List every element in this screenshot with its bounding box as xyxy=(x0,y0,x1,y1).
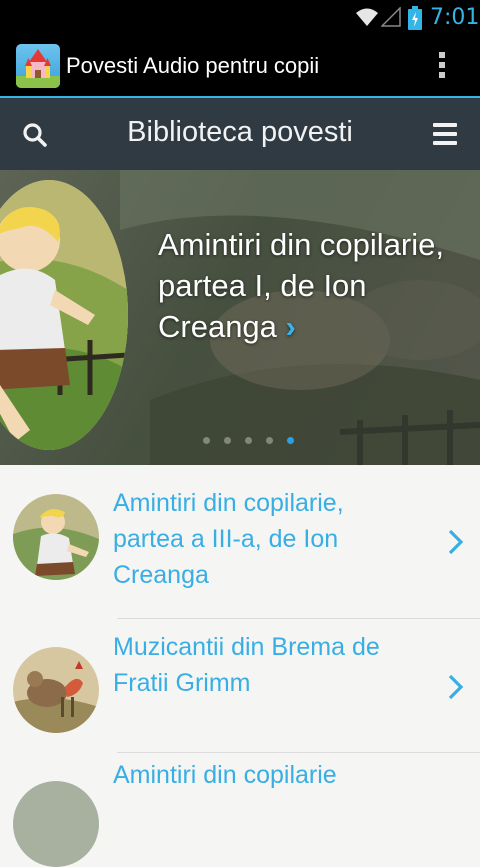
story-thumbnail xyxy=(13,647,99,733)
chevron-right-icon: › xyxy=(285,309,296,344)
story-title: Amintiri din copilarie, partea a III-a, … xyxy=(113,489,344,589)
featured-title-text: Amintiri din copilarie, partea I, de Ion… xyxy=(158,227,444,344)
chevron-right-icon[interactable] xyxy=(446,673,464,701)
story-thumbnail xyxy=(13,781,99,867)
carousel-dot[interactable] xyxy=(203,437,210,444)
story-thumbnail xyxy=(13,494,99,580)
story-title: Muzicantii din Brema de Fratii Grimm xyxy=(113,633,380,697)
page-title: Biblioteca povesti xyxy=(127,116,353,148)
featured-title[interactable]: Amintiri din copilarie, partea I, de Ion… xyxy=(158,224,468,347)
wifi-icon xyxy=(356,8,378,26)
overflow-menu-icon[interactable] xyxy=(437,52,447,82)
app-title: Povesti Audio pentru copii xyxy=(66,53,320,78)
action-bar: Povesti Audio pentru copii xyxy=(0,34,480,98)
app-icon[interactable] xyxy=(16,44,60,88)
signal-icon xyxy=(381,7,401,27)
menu-icon[interactable] xyxy=(433,123,457,145)
story-list: Amintiri din copilarie, partea a III-a, … xyxy=(0,465,480,867)
status-bar: 7:01 xyxy=(0,0,480,34)
battery-charging-icon xyxy=(408,6,422,30)
status-time: 7:01 xyxy=(430,5,480,30)
list-item[interactable]: Amintiri din copilarie, partea a III-a, … xyxy=(0,465,480,619)
story-title: Amintiri din copilarie xyxy=(113,761,337,789)
carousel-indicator xyxy=(203,429,303,444)
library-header: Biblioteca povesti xyxy=(0,98,480,170)
list-item[interactable]: Muzicantii din Brema de Fratii Grimm xyxy=(0,619,480,753)
chevron-right-icon[interactable] xyxy=(446,528,464,556)
featured-carousel[interactable]: Amintiri din copilarie, partea I, de Ion… xyxy=(0,170,480,465)
list-item[interactable]: Amintiri din copilarie xyxy=(0,753,480,867)
